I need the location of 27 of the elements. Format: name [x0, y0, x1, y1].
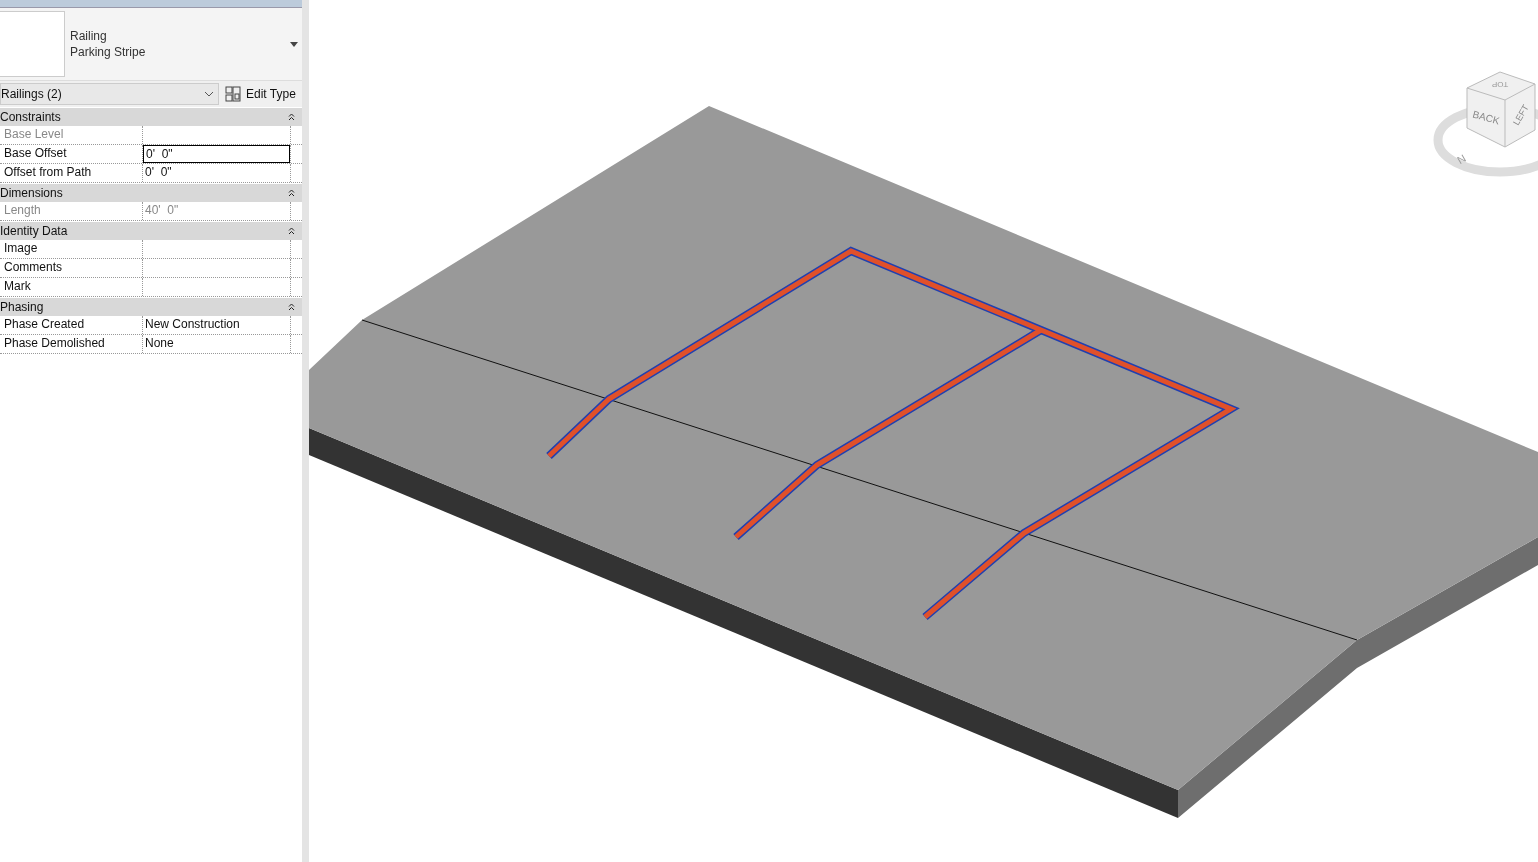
type-name: Parking Stripe: [70, 44, 147, 60]
property-name: Offset from Path: [0, 164, 143, 182]
property-name: Image: [0, 240, 143, 258]
property-value[interactable]: 0' 0": [143, 164, 290, 182]
dropdown-arrow-icon: [290, 41, 298, 47]
type-preview: [0, 11, 65, 77]
edit-type-button[interactable]: Edit Type: [219, 86, 302, 102]
type-selector[interactable]: Railing Parking Stripe: [0, 8, 302, 81]
property-value[interactable]: New Construction: [143, 316, 290, 334]
property-group-header[interactable]: Identity Data: [0, 221, 302, 240]
type-category: Railing: [70, 28, 108, 44]
property-group-header[interactable]: Dimensions: [0, 183, 302, 202]
chevron-down-icon: [204, 91, 214, 97]
property-name: Phase Demolished: [0, 335, 143, 353]
parking-stripe-drawing[interactable]: [546, 246, 1240, 621]
instance-filter-dropdown[interactable]: Railings (2): [0, 83, 219, 105]
property-group-header[interactable]: Constraints: [0, 107, 302, 126]
property-name: Mark: [0, 278, 143, 296]
property-name: Length: [0, 202, 143, 220]
property-value[interactable]: None: [143, 335, 290, 353]
property-group-header[interactable]: Phasing: [0, 297, 302, 316]
property-name: Base Offset: [0, 145, 143, 163]
property-input-field[interactable]: 0' 0": [143, 145, 290, 163]
property-name: Base Level: [0, 126, 143, 144]
property-name: Comments: [0, 259, 143, 277]
property-name: Phase Created: [0, 316, 143, 334]
edit-type-icon: [225, 86, 241, 102]
